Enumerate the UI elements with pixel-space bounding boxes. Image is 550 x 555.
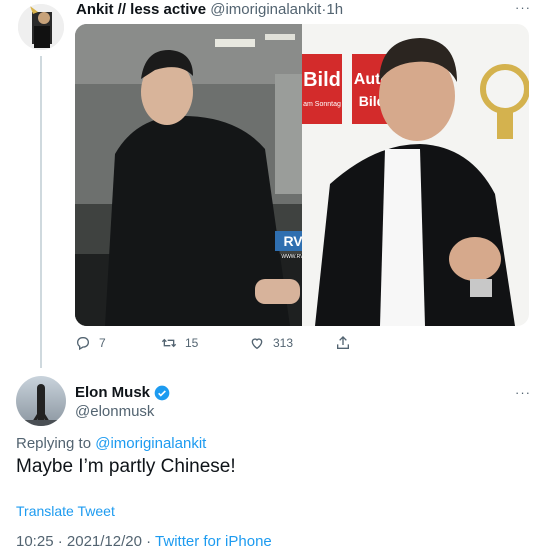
elon-name-row: Elon Musk [75, 384, 170, 401]
heart-icon [251, 338, 263, 350]
share-icon [337, 336, 349, 349]
tweet2-text: Maybe I’m partly Chinese! [16, 456, 236, 477]
tweet2-date[interactable]: 2021/12/20 [67, 533, 142, 550]
retweet-action[interactable]: 15 [161, 335, 198, 351]
reply-count: 7 [99, 336, 106, 350]
retweet-count: 15 [185, 336, 199, 350]
reply-action[interactable]: 7 [75, 335, 106, 351]
elon-display-name[interactable]: Elon Musk [75, 384, 150, 401]
tweet1-action-bar: 7 15 313 [75, 335, 375, 355]
like-action[interactable]: 313 [249, 335, 293, 351]
retweet-icon [161, 338, 177, 348]
verified-badge-icon [154, 385, 170, 400]
bild-sign-subtext: am Sonntag [303, 101, 341, 108]
bild-sign-text: Bild [303, 69, 341, 91]
ankit-avatar[interactable] [18, 4, 64, 50]
tweet1-time[interactable]: 1h [326, 1, 343, 18]
thread-connector-line [40, 56, 42, 368]
meta-separator: · [57, 533, 63, 550]
like-count: 313 [273, 336, 294, 350]
tweet1-media-image[interactable]: RVCJ WWW.RVCJ.COM Bild am Sonntag Auto B… [75, 24, 529, 326]
replying-to-label: Replying to [16, 435, 92, 452]
translate-tweet-link[interactable]: Translate Tweet [16, 503, 115, 519]
replying-to-handle-link[interactable]: @imoriginalankit [95, 435, 206, 452]
tweet2-time[interactable]: 10:25 [16, 533, 54, 550]
tweet2-more-icon[interactable]: ··· [515, 385, 531, 400]
reply-icon [77, 337, 89, 351]
ankit-handle[interactable]: @imoriginalankit [210, 1, 321, 18]
tweet1-header: Ankit // less active @imoriginalankit·1h [76, 1, 343, 18]
elon-avatar[interactable] [16, 376, 66, 426]
share-action[interactable] [335, 335, 359, 351]
elon-handle[interactable]: @elonmusk [75, 403, 154, 420]
tweet2-metadata: 10:25 · 2021/12/20 · Twitter for iPhone [16, 533, 272, 550]
ankit-display-name[interactable]: Ankit // less active [76, 1, 206, 18]
tweet2-source-link[interactable]: Twitter for iPhone [155, 533, 272, 550]
replying-to: Replying to @imoriginalankit [16, 435, 206, 452]
tweet1-more-icon[interactable]: ··· [515, 0, 531, 15]
meta-separator-2: · [146, 533, 152, 550]
